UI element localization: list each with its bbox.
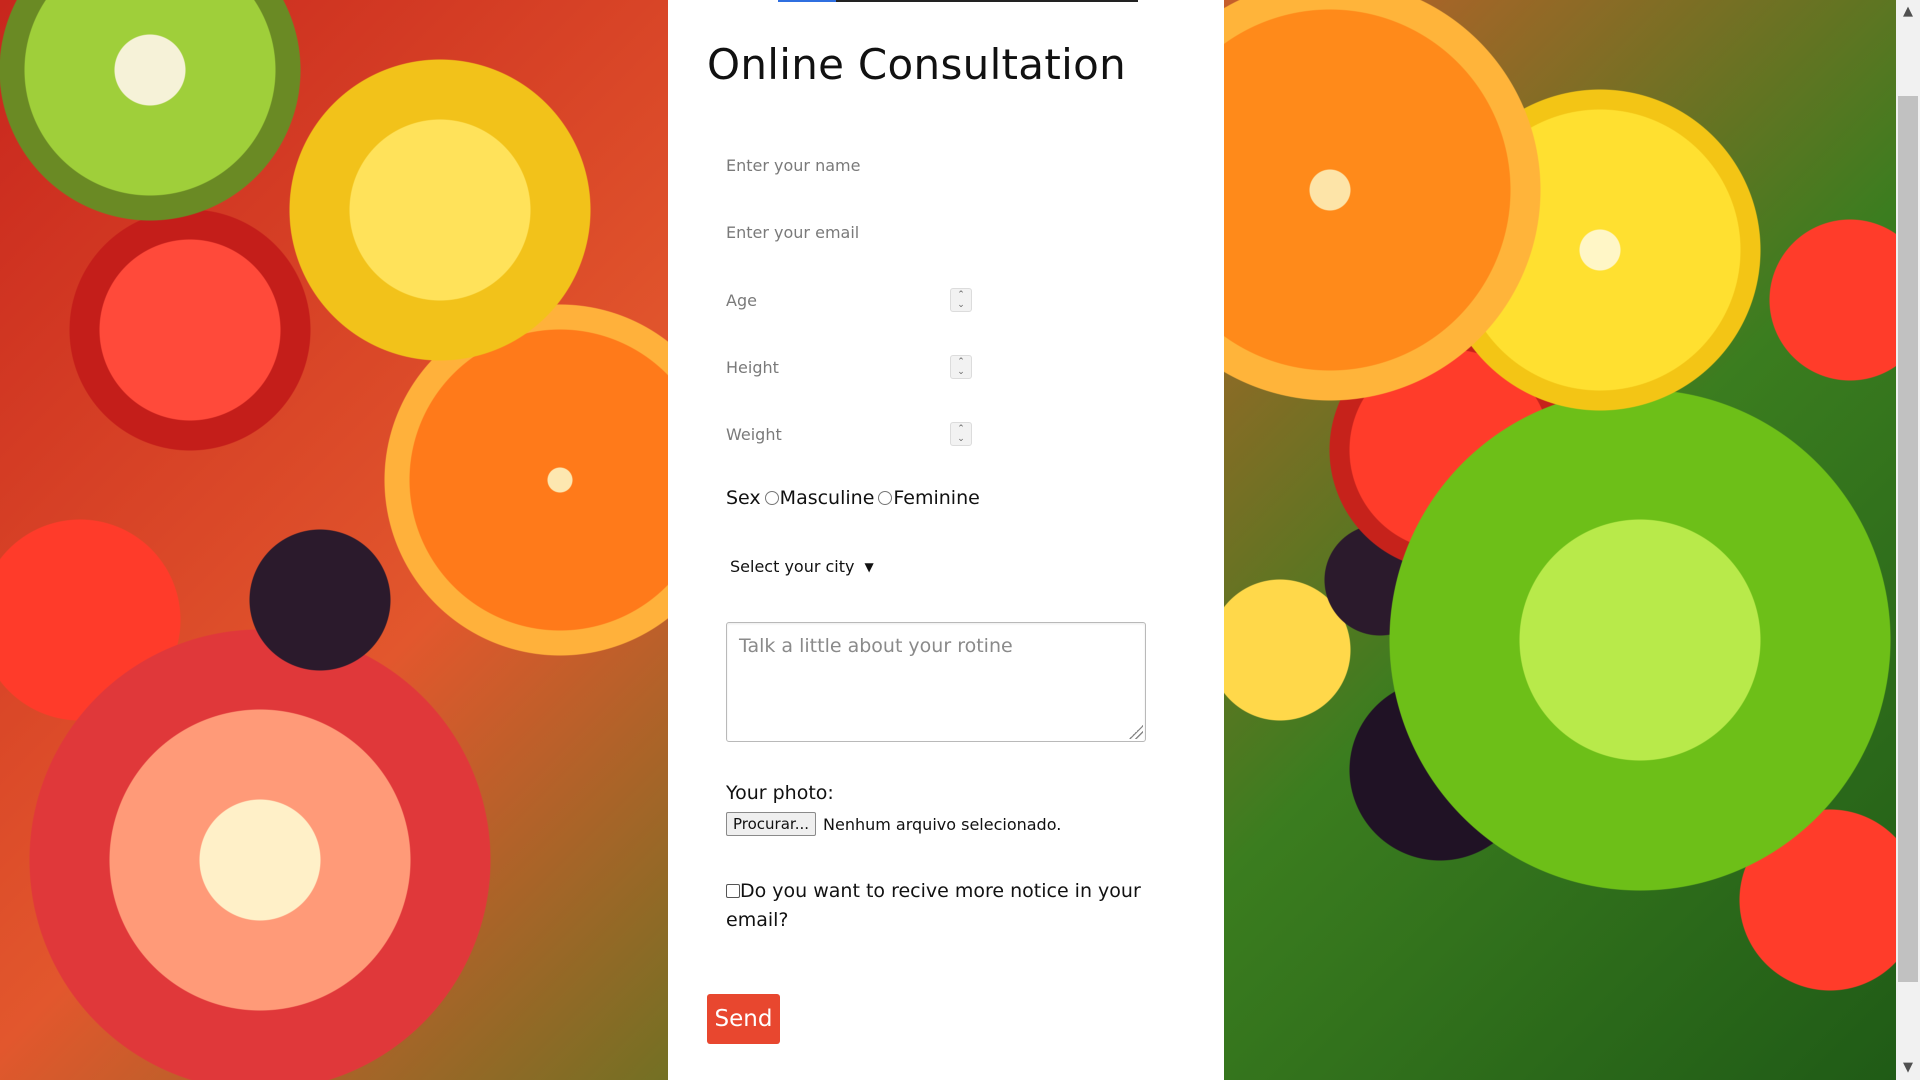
height-field[interactable]: Height ⌃ ⌄ bbox=[726, 347, 986, 387]
routine-placeholder: Talk a little about your rotine bbox=[739, 635, 1013, 657]
city-select-value: Select your city bbox=[730, 557, 855, 576]
page-scrollbar[interactable]: ▲ ▼ bbox=[1896, 0, 1920, 1080]
height-stepper-icon[interactable]: ⌃ ⌄ bbox=[950, 355, 972, 379]
age-stepper-icon[interactable]: ⌃ ⌄ bbox=[950, 288, 972, 312]
sex-label: Sex bbox=[726, 487, 761, 509]
name-placeholder: Enter your name bbox=[726, 155, 861, 175]
radio-feminine[interactable] bbox=[878, 491, 893, 505]
radio-masculine-label[interactable]: Masculine bbox=[780, 487, 875, 509]
radio-masculine[interactable] bbox=[764, 491, 779, 505]
email-placeholder: Enter your email bbox=[726, 222, 860, 242]
weight-stepper-icon[interactable]: ⌃ ⌄ bbox=[950, 422, 972, 446]
consultation-form-card: Online Consultation Enter your name Ente… bbox=[668, 0, 1224, 1080]
chevron-down-icon: ▼ bbox=[864, 559, 874, 574]
photo-label: Your photo: bbox=[726, 782, 834, 804]
browse-file-button[interactable]: Procurar... bbox=[726, 812, 817, 836]
age-field[interactable]: Age ⌃ ⌄ bbox=[726, 280, 986, 320]
height-placeholder: Height bbox=[726, 357, 779, 377]
radio-feminine-label[interactable]: Feminine bbox=[893, 487, 979, 509]
newsletter-option: Do you want to recive more notice in you… bbox=[726, 877, 1166, 935]
email-field[interactable]: Enter your email bbox=[726, 212, 986, 252]
send-button[interactable]: Send bbox=[707, 994, 780, 1044]
weight-placeholder: Weight bbox=[726, 424, 782, 444]
age-placeholder: Age bbox=[726, 290, 757, 310]
sex-radio-group: Sex Masculine Feminine bbox=[726, 487, 980, 509]
name-field[interactable]: Enter your name bbox=[726, 145, 986, 185]
routine-textarea[interactable]: Talk a little about your rotine bbox=[726, 622, 1146, 742]
resize-handle-icon[interactable] bbox=[1129, 725, 1143, 739]
page-title: Online Consultation bbox=[707, 40, 1126, 89]
weight-field[interactable]: Weight ⌃ ⌄ bbox=[726, 414, 986, 454]
form-progress-bar bbox=[778, 0, 1138, 2]
city-select[interactable]: Select your city ▼ bbox=[730, 557, 874, 576]
scroll-up-icon[interactable]: ▲ bbox=[1896, 0, 1920, 24]
scrollbar-thumb[interactable] bbox=[1898, 96, 1918, 982]
form-progress-fill bbox=[778, 0, 836, 2]
scroll-down-icon[interactable]: ▼ bbox=[1896, 1056, 1920, 1080]
newsletter-checkbox[interactable] bbox=[726, 884, 740, 898]
photo-file-input: Procurar... Nenhum arquivo selecionado. bbox=[726, 812, 1061, 836]
file-status-text: Nenhum arquivo selecionado. bbox=[823, 814, 1062, 834]
newsletter-label[interactable]: Do you want to recive more notice in you… bbox=[726, 880, 1141, 931]
